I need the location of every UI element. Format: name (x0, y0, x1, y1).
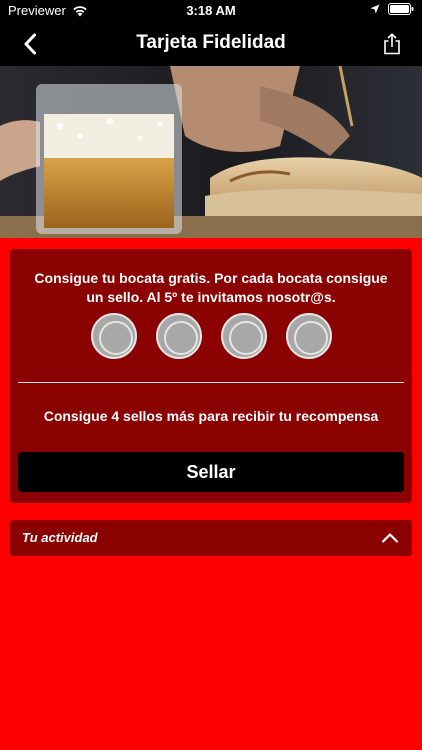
status-time: 3:18 AM (186, 3, 236, 18)
divider (18, 382, 404, 383)
location-arrow-icon (370, 4, 380, 14)
stamps-row (10, 313, 412, 359)
activity-section-header[interactable]: Tu actividad (10, 520, 412, 556)
battery-icon (388, 3, 414, 15)
remaining-stamps-text: Consigue 4 sellos más para recibir tu re… (43, 408, 379, 424)
status-right (370, 3, 414, 15)
activity-label: Tu actividad (22, 530, 98, 545)
page-title: Tarjeta Fidelidad (136, 32, 286, 53)
hero-photo-beer-and-sandwich (0, 66, 422, 238)
stamp-button[interactable]: Sellar (18, 452, 404, 492)
back-button[interactable] (14, 30, 46, 58)
navigation-bar: Tarjeta Fidelidad (0, 22, 422, 66)
chevron-up-icon (381, 533, 399, 543)
hero-image (0, 66, 422, 238)
stamp-slot (156, 313, 202, 359)
card-description: Consigue tu bocata gratis. Por cada boca… (34, 270, 388, 305)
loyalty-card: Consigue tu bocata gratis. Por cada boca… (10, 249, 412, 503)
stamp-slot (286, 313, 332, 359)
chevron-left-icon (24, 33, 36, 55)
stamp-slot (221, 313, 267, 359)
status-bar: Previewer 3:18 AM (0, 0, 422, 22)
share-icon (384, 33, 400, 55)
share-button[interactable] (378, 30, 406, 58)
stamp-slot (91, 313, 137, 359)
